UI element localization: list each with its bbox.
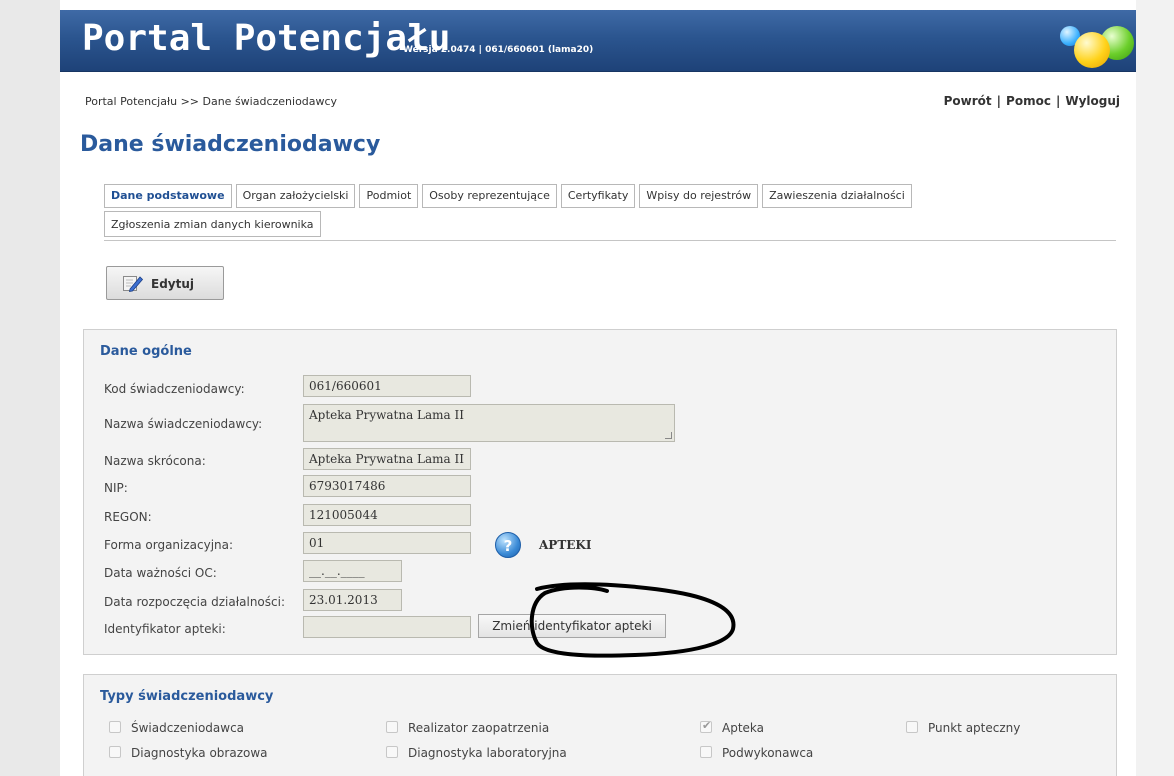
tab-bar: Dane podstawowe Organ założycielski Podm… <box>104 184 1004 238</box>
edit-button-label: Edytuj <box>151 277 195 291</box>
checkbox-realizator[interactable]: Realizator zaopatrzenia <box>386 721 549 735</box>
tab-certyfikaty[interactable]: Certyfikaty <box>560 184 636 208</box>
page: Portal Potencjału Wersja 2.0474 | 061/66… <box>60 0 1136 776</box>
checkbox-diagnostyka-laboratoryjna[interactable]: Diagnostyka laboratoryjna <box>386 746 567 760</box>
page-title: Dane świadczeniodawcy <box>80 132 381 157</box>
tab-dane-podstawowe[interactable]: Dane podstawowe <box>104 184 232 208</box>
tab-divider <box>104 240 1116 241</box>
general-data-panel: Dane ogólne Kod świadczeniodawcy: 061/66… <box>83 329 1117 655</box>
yellow-ball-icon <box>1074 32 1110 68</box>
field-label: Data rozpoczęcia działalności: <box>104 595 285 609</box>
checkbox-apteka[interactable]: Apteka <box>700 719 765 735</box>
checkbox-label: Realizator zaopatrzenia <box>408 721 550 735</box>
checkbox-swiadczeniodawca[interactable]: Świadczeniodawca <box>109 721 244 735</box>
provider-types-panel: Typy świadczeniodawcy Świadczeniodawca R… <box>83 674 1117 776</box>
edit-pencil-icon <box>123 276 143 292</box>
help-link[interactable]: Pomoc <box>1006 94 1051 108</box>
tab-podmiot[interactable]: Podmiot <box>359 184 419 208</box>
nazwa-value: Apteka Prywatna Lama II <box>309 408 464 422</box>
tab-wpisy-do-rejestrow[interactable]: Wpisy do rejestrów <box>639 184 759 208</box>
checkbox-label: Świadczeniodawca <box>131 721 245 735</box>
checkbox-box[interactable] <box>700 746 712 758</box>
field-label: Nazwa świadczeniodawcy: <box>104 417 263 431</box>
kod-field[interactable]: 061/660601 <box>303 375 471 397</box>
identyfikator-field[interactable] <box>303 616 471 638</box>
general-heading: Dane ogólne <box>100 344 192 359</box>
checkbox-box[interactable] <box>386 746 398 758</box>
change-identifier-button[interactable]: Zmień identyfikator apteki <box>478 614 666 638</box>
left-margin <box>0 0 60 776</box>
tab-organ-zalozycielski[interactable]: Organ założycielski <box>235 184 356 208</box>
field-label: NIP: <box>104 481 128 495</box>
checkbox-box[interactable] <box>906 721 918 733</box>
types-heading: Typy świadczeniodawcy <box>100 689 274 704</box>
breadcrumb: Portal Potencjału >> Dane świadczeniodaw… <box>85 95 338 108</box>
checkbox-podwykonawca[interactable]: Podwykonawca <box>700 746 813 760</box>
field-label: Data ważności OC: <box>104 566 217 580</box>
field-label: Nazwa skrócona: <box>104 454 206 468</box>
checkbox-label: Podwykonawca <box>722 746 814 760</box>
forma-field[interactable]: 01 <box>303 532 471 554</box>
right-scroll-area <box>1136 0 1174 776</box>
edit-button[interactable]: Edytuj <box>106 266 224 300</box>
logo-balls-icon <box>1060 22 1140 72</box>
top-links: Powrót | Pomoc | Wyloguj <box>944 94 1120 108</box>
app-header: Portal Potencjału Wersja 2.0474 | 061/66… <box>60 10 1136 72</box>
field-label: Forma organizacyjna: <box>104 538 234 552</box>
back-link[interactable]: Powrót <box>944 94 992 108</box>
resize-grip-icon[interactable] <box>665 432 672 439</box>
regon-field[interactable]: 121005044 <box>303 504 471 526</box>
nazwa-field[interactable]: Apteka Prywatna Lama II <box>303 404 675 442</box>
separator: | <box>996 94 1002 108</box>
checkbox-box[interactable] <box>386 721 398 733</box>
tab-osoby-reprezentujace[interactable]: Osoby reprezentujące <box>422 184 557 208</box>
tab-zawieszenia-dzialalnosci[interactable]: Zawieszenia działalności <box>762 184 912 208</box>
checkbox-label: Diagnostyka laboratoryjna <box>408 746 567 760</box>
data-rozpoczecia-field[interactable]: 23.01.2013 <box>303 589 402 611</box>
logout-link[interactable]: Wyloguj <box>1065 94 1120 108</box>
field-label: Identyfikator apteki: <box>104 622 226 636</box>
data-waznosci-oc-field[interactable]: __.__.____ <box>303 560 402 582</box>
forma-description: APTEKI <box>539 538 592 552</box>
app-title: Portal Potencjału <box>82 18 451 59</box>
field-label: REGON: <box>104 510 152 524</box>
nazwa-skrocona-field[interactable]: Apteka Prywatna Lama II <box>303 448 471 470</box>
separator: | <box>1055 94 1061 108</box>
checkbox-diagnostyka-obrazowa[interactable]: Diagnostyka obrazowa <box>109 746 268 760</box>
checkbox-box[interactable] <box>109 721 121 733</box>
checkbox-box[interactable] <box>700 719 712 733</box>
checkbox-label: Apteka <box>722 721 765 735</box>
checkbox-punkt-apteczny[interactable]: Punkt apteczny <box>906 721 1020 735</box>
checkbox-label: Diagnostyka obrazowa <box>131 746 268 760</box>
field-label: Kod świadczeniodawcy: <box>104 382 245 396</box>
tab-zgloszenia-zmian[interactable]: Zgłoszenia zmian danych kierownika <box>104 211 321 237</box>
nip-field[interactable]: 6793017486 <box>303 475 471 497</box>
help-icon[interactable]: ? <box>495 532 521 558</box>
app-version: Wersja 2.0474 | 061/660601 (lama20) <box>403 45 594 55</box>
checkbox-box[interactable] <box>109 746 121 758</box>
checkbox-label: Punkt apteczny <box>928 721 1021 735</box>
